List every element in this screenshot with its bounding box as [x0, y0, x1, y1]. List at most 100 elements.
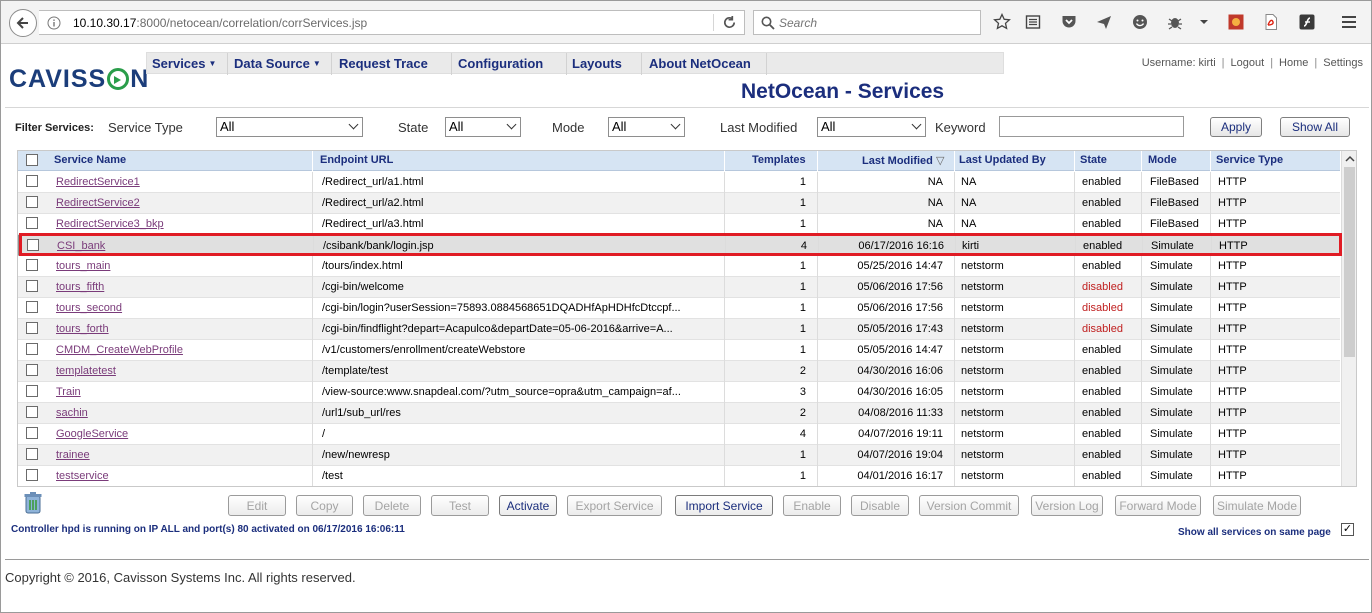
row-checkbox[interactable]: [26, 196, 38, 208]
service-name-link[interactable]: sachin: [56, 407, 88, 419]
row-checkbox[interactable]: [26, 175, 38, 187]
table-row[interactable]: tours_fifth/cgi-bin/welcome 1 05/06/2016 1…: [18, 277, 1340, 298]
table-row[interactable]: testservice/test 1 04/01/2016 16:17 netstor…: [18, 466, 1340, 486]
select-all-checkbox[interactable]: [26, 154, 38, 166]
pocket-icon[interactable]: [1059, 12, 1079, 32]
pdf-icon[interactable]: [1261, 12, 1281, 32]
table-row[interactable]: CMDM_CreateWebProfile/v1/customers/enrol…: [18, 340, 1340, 361]
activate-button[interactable]: Activate: [499, 495, 557, 516]
nav-data-source[interactable]: Data Source ▼: [234, 56, 321, 71]
col-last-updated-by[interactable]: Last Updated By: [959, 154, 1046, 166]
info-icon[interactable]: [47, 16, 61, 30]
col-service-name[interactable]: Service Name: [54, 154, 126, 166]
delete-button[interactable]: Delete: [363, 495, 421, 516]
col-service-type[interactable]: Service Type: [1216, 154, 1283, 166]
nav-request-trace[interactable]: Request Trace: [339, 56, 428, 71]
enable-button[interactable]: Enable: [783, 495, 841, 516]
table-row[interactable]: RedirectService3_bkp/Redirect_url/a3.htm…: [18, 214, 1340, 235]
addon-icon[interactable]: [1226, 12, 1246, 32]
row-checkbox[interactable]: [26, 385, 38, 397]
service-name-link[interactable]: trainee: [56, 449, 90, 461]
service-name-link[interactable]: GoogleService: [56, 428, 128, 440]
service-name-link[interactable]: testservice: [56, 470, 109, 482]
table-row[interactable]: templatetest/template/test 2 04/30/2016 16…: [18, 361, 1340, 382]
menu-icon[interactable]: [1339, 12, 1359, 32]
nav-layouts[interactable]: Layouts: [572, 56, 622, 71]
export-service-button[interactable]: Export Service: [567, 495, 662, 516]
test-button[interactable]: Test: [431, 495, 489, 516]
reload-icon[interactable]: [722, 15, 737, 30]
bug-icon[interactable]: [1165, 12, 1185, 32]
row-checkbox[interactable]: [26, 469, 38, 481]
row-checkbox[interactable]: [26, 427, 38, 439]
import-service-button[interactable]: Import Service: [675, 495, 773, 516]
service-name-link[interactable]: RedirectService2: [56, 197, 140, 209]
service-name-link[interactable]: tours_fifth: [56, 281, 104, 293]
smiley-icon[interactable]: [1130, 12, 1150, 32]
row-checkbox[interactable]: [26, 217, 38, 229]
service-name-link[interactable]: templatetest: [56, 365, 116, 377]
back-button[interactable]: [9, 9, 37, 37]
nav-services[interactable]: Services ▼: [152, 56, 216, 71]
table-row[interactable]: GoogleService / 4 04/07/2016 19:11 netstorm e…: [18, 424, 1340, 445]
nav-configuration[interactable]: Configuration: [458, 56, 543, 71]
col-mode[interactable]: Mode: [1148, 154, 1177, 166]
send-icon[interactable]: [1094, 12, 1114, 32]
col-endpoint-url[interactable]: Endpoint URL: [320, 154, 393, 166]
scroll-thumb[interactable]: [1344, 167, 1355, 357]
table-row[interactable]: tours_forth/cgi-bin/findflight?depart=Ac…: [18, 319, 1340, 340]
service-name-link[interactable]: tours_main: [56, 260, 110, 272]
simulate-mode-button[interactable]: Simulate Mode: [1213, 495, 1301, 516]
scroll-up-icon[interactable]: [1343, 153, 1357, 165]
table-row[interactable]: RedirectService2/Redirect_url/a2.html 1 NA…: [18, 193, 1340, 214]
row-checkbox[interactable]: [26, 343, 38, 355]
disable-button[interactable]: Disable: [851, 495, 909, 516]
bookmark-star-icon[interactable]: [992, 12, 1012, 32]
row-checkbox[interactable]: [26, 259, 38, 271]
row-checkbox[interactable]: [26, 322, 38, 334]
copy-button[interactable]: Copy: [296, 495, 353, 516]
version-log-button[interactable]: Version Log: [1031, 495, 1103, 516]
apply-button[interactable]: Apply: [1210, 117, 1262, 137]
service-type-select[interactable]: All: [216, 117, 363, 137]
table-row[interactable]: tours_second/cgi-bin/login?userSession=7…: [18, 298, 1340, 319]
version-commit-button[interactable]: Version Commit: [919, 495, 1019, 516]
show-all-button[interactable]: Show All: [1280, 117, 1350, 137]
table-row[interactable]: tours_main/tours/index.html 1 05/25/2016 1…: [18, 256, 1340, 277]
dropdown-arrow-icon[interactable]: [1194, 12, 1214, 32]
table-row[interactable]: CSI_bank/csibank/bank/login.jsp 4 06/17/20…: [18, 235, 1340, 257]
table-row[interactable]: trainee/new/newresp 1 04/07/2016 19:04 nets…: [18, 445, 1340, 466]
row-checkbox[interactable]: [26, 448, 38, 460]
col-templates[interactable]: Templates: [752, 154, 806, 166]
table-row[interactable]: Train/view-source:www.snapdeal.com/?utm_…: [18, 382, 1340, 403]
service-name-link[interactable]: Train: [56, 386, 81, 398]
home-link[interactable]: Home: [1279, 57, 1308, 69]
nav-about[interactable]: About NetOcean: [649, 56, 751, 71]
keyword-input[interactable]: [999, 116, 1184, 137]
service-name-link[interactable]: CMDM_CreateWebProfile: [56, 344, 183, 356]
trash-icon[interactable]: [23, 491, 43, 518]
table-row[interactable]: RedirectService1/Redirect_url/a1.html 1 NA…: [18, 172, 1340, 193]
row-checkbox[interactable]: [27, 239, 39, 251]
browser-search[interactable]: [753, 10, 981, 35]
search-input[interactable]: [779, 14, 974, 31]
row-checkbox[interactable]: [26, 280, 38, 292]
row-checkbox[interactable]: [26, 406, 38, 418]
table-scrollbar[interactable]: [1341, 151, 1357, 486]
edit-button[interactable]: Edit: [228, 495, 286, 516]
mode-select[interactable]: All: [608, 117, 685, 137]
service-name-link[interactable]: RedirectService3_bkp: [56, 218, 164, 230]
reading-list-icon[interactable]: [1023, 12, 1043, 32]
show-all-same-page-checkbox[interactable]: ✓: [1341, 523, 1354, 536]
col-state[interactable]: State: [1080, 154, 1107, 166]
row-checkbox[interactable]: [26, 364, 38, 376]
settings-link[interactable]: Settings: [1323, 57, 1363, 69]
state-select[interactable]: All: [445, 117, 521, 137]
table-row[interactable]: sachin/url1/sub_url/res 2 04/08/2016 11:33…: [18, 403, 1340, 424]
forward-mode-button[interactable]: Forward Mode: [1115, 495, 1201, 516]
flash-icon[interactable]: [1297, 12, 1317, 32]
service-name-link[interactable]: tours_forth: [56, 323, 109, 335]
col-last-modified[interactable]: Last Modified ▽: [862, 154, 944, 167]
service-name-link[interactable]: RedirectService1: [56, 176, 140, 188]
logout-link[interactable]: Logout: [1231, 57, 1265, 69]
